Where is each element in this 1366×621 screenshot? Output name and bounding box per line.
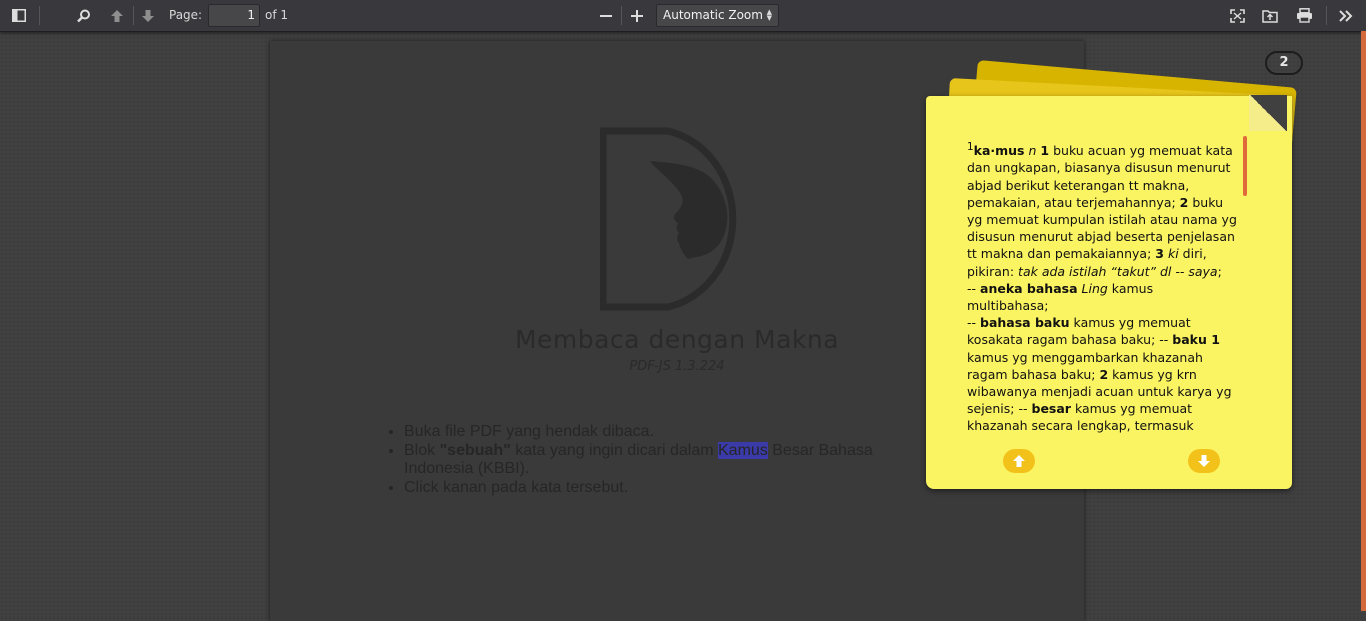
double-chevron-right-icon[interactable]	[1335, 4, 1357, 27]
instruction-item: Click kanan pada kata tersebut.	[404, 479, 924, 498]
zoom-select[interactable]: Automatic Zoom ▲ ▼	[656, 4, 779, 27]
sense-number: 2	[1179, 194, 1189, 210]
arrow-up-icon[interactable]	[106, 4, 128, 27]
toolbar-divider	[39, 6, 40, 25]
select-arrows-icon: ▲ ▼	[766, 8, 772, 22]
page-number-badge: 2	[1265, 51, 1303, 75]
toolbar-divider	[133, 6, 134, 25]
subentry-dash: --	[967, 315, 977, 331]
page-number-input[interactable]: 1	[208, 4, 260, 27]
subentry-dash: --	[1018, 401, 1028, 417]
headword: ka·mus	[973, 143, 1025, 159]
toolbar-divider	[1326, 6, 1327, 25]
instruction-text: Buka file PDF yang hendak dibaca.	[404, 423, 654, 440]
open-folder-icon[interactable]	[1259, 4, 1281, 27]
instruction-text: Click kanan pada kata tersebut.	[404, 478, 629, 496]
arrow-up-icon	[1013, 455, 1025, 467]
example-text: tak ada istilah “takut” dl -- saya	[1018, 263, 1218, 279]
subentry-dash: --	[967, 280, 977, 296]
instruction-text: Blok	[404, 441, 440, 459]
instruction-list: Buka file PDF yang hendak dibaca. Blok "…	[386, 423, 924, 497]
print-icon[interactable]	[1293, 4, 1315, 27]
scroll-up-button[interactable]	[1003, 449, 1035, 473]
page-curl-corner	[1249, 95, 1287, 131]
zoom-out-icon[interactable]	[595, 4, 617, 27]
dictionary-scrollbar[interactable]	[1243, 136, 1247, 196]
scroll-down-button[interactable]	[1188, 449, 1220, 473]
page-label: Page:	[169, 8, 203, 22]
sense-number: 2	[1099, 366, 1109, 382]
instruction-bold-word: "sebuah"	[439, 441, 511, 459]
pdf-toolbar: Page: 1 of 1 Automatic Zoom ▲ ▼	[0, 0, 1366, 32]
scrollbar-accent[interactable]	[1361, 31, 1366, 611]
selected-word-highlight[interactable]: Kamus	[718, 441, 768, 459]
instruction-item: Buka file PDF yang hendak dibaca.	[404, 423, 924, 442]
app-logo-icon	[600, 127, 737, 311]
fullscreen-icon[interactable]	[1226, 4, 1248, 27]
sense-number: 1	[1040, 143, 1050, 159]
instruction-item: Blok "sebuah" kata yang ingin dicari dal…	[404, 441, 924, 479]
usage-label: Ling	[1081, 280, 1108, 296]
toolbar-divider	[621, 6, 622, 25]
subentry-term: baku 1	[1172, 332, 1220, 348]
subentry-term: bahasa baku	[980, 315, 1070, 331]
instruction-text: kata yang ingin dicari dalam	[510, 441, 718, 459]
search-icon[interactable]	[73, 4, 95, 27]
dictionary-definition[interactable]: 1ka·mus n 1 buku acuan yg memuat kata da…	[967, 139, 1237, 435]
subentry-dash: --	[1159, 332, 1169, 348]
sense-number: 3	[1155, 246, 1164, 262]
sidebar-toggle-icon[interactable]	[8, 4, 30, 27]
arrow-down-icon	[1198, 455, 1210, 467]
arrow-down-icon[interactable]	[137, 4, 159, 27]
usage-label: ki	[1167, 246, 1179, 262]
subentry-term: aneka bahasa	[980, 280, 1078, 296]
part-of-speech: n	[1028, 143, 1037, 159]
subentry-term: besar	[1031, 401, 1071, 417]
dictionary-popup: 1ka·mus n 1 buku acuan yg memuat kata da…	[926, 96, 1292, 489]
zoom-in-icon[interactable]	[626, 4, 648, 27]
homonym-number: 1	[967, 141, 974, 153]
page-count: of 1	[265, 8, 289, 22]
zoom-select-value: Automatic Zoom	[663, 8, 763, 22]
